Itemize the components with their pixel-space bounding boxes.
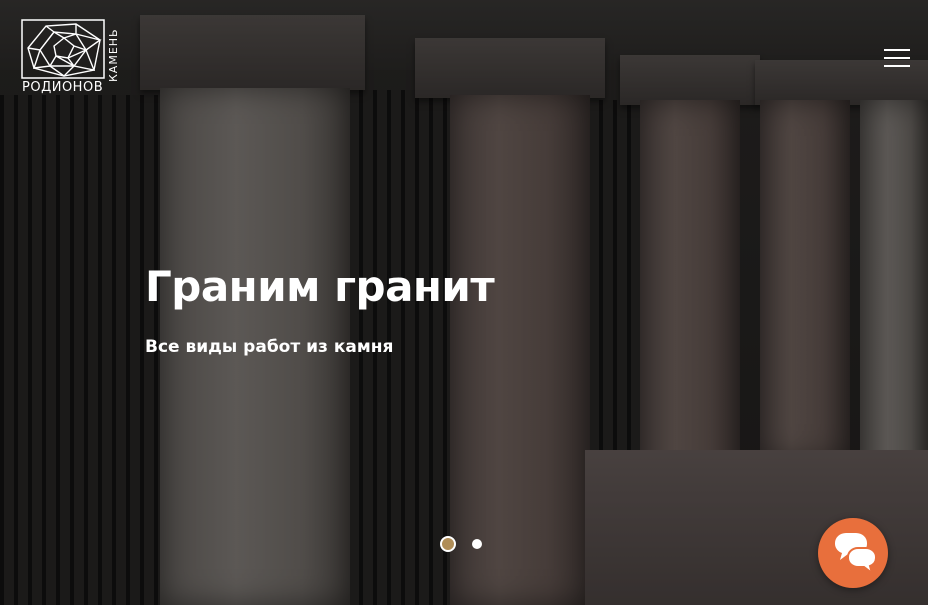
brand-tagline: КАМЕНЬ [107,28,120,82]
slider-pagination [440,535,482,553]
menu-bar-middle [884,57,910,59]
chat-bubbles-icon [835,533,877,576]
hero-title: Граним гранит [145,262,495,311]
hero-subtitle: Все виды работ из камня [145,337,394,357]
hamburger-menu-icon[interactable] [884,49,910,71]
slider-dot-1[interactable] [440,536,456,552]
hero-section: РОДИОНОВ КАМЕНЬ Граним гранит Все виды р… [0,0,928,605]
brand-name: РОДИОНОВ [22,80,104,95]
menu-bar-bottom [884,65,910,67]
chat-button[interactable] [818,518,888,588]
slider-dot-2[interactable] [472,539,482,549]
menu-bar-top [884,49,910,51]
